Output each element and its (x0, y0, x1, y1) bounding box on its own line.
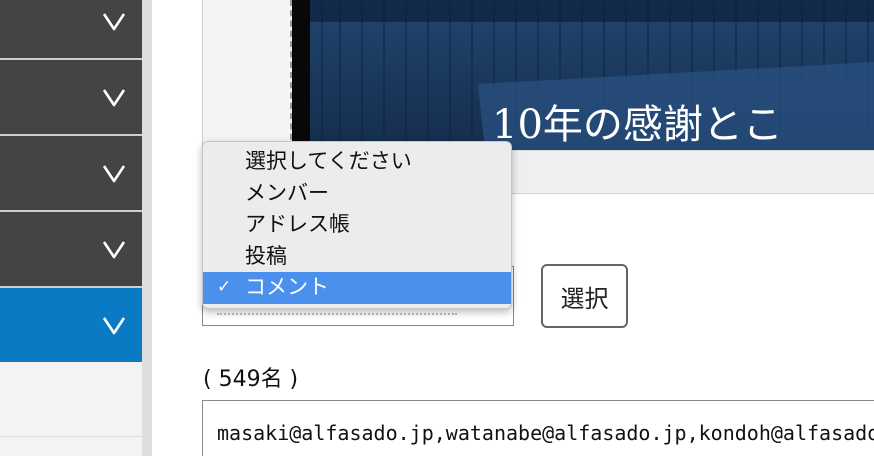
dropdown-option-members[interactable]: メンバー (203, 178, 511, 210)
chevron-down-icon (102, 241, 126, 259)
sidebar-empty-area (0, 362, 142, 456)
recipient-count: ( 549名 ) (203, 367, 299, 392)
select-button[interactable]: 選択 (541, 264, 628, 328)
preview-shadow-edge (292, 0, 310, 150)
recipient-dropdown-menu: 選択してください メンバー アドレス帳 投稿 ✓ コメント (202, 141, 512, 309)
sidebar-item-5-active[interactable] (0, 288, 142, 362)
sidebar (0, 0, 142, 456)
dropdown-option-posts[interactable]: 投稿 (203, 241, 511, 273)
dropdown-option-comments[interactable]: ✓ コメント (203, 272, 511, 304)
sidebar-item-4[interactable] (0, 212, 142, 286)
checkmark-icon: ✓ (217, 277, 232, 297)
dropdown-option-label: コメント (245, 275, 329, 299)
dropdown-option-address-book[interactable]: アドレス帳 (203, 209, 511, 241)
sidebar-border (142, 0, 152, 456)
sidebar-divider (0, 436, 142, 437)
select-focus-ring (217, 313, 457, 315)
sidebar-item-1[interactable] (0, 0, 142, 58)
chevron-down-icon (102, 13, 126, 31)
chevron-down-icon (102, 89, 126, 107)
app-root: 10年の感謝とこ 選択 選択してください メンバー アドレス帳 投稿 ✓ コメン… (0, 0, 874, 456)
sidebar-item-2[interactable] (0, 60, 142, 134)
dropdown-option-placeholder[interactable]: 選択してください (203, 146, 511, 178)
banner-image: 10年の感謝とこ (310, 0, 874, 150)
chevron-down-icon (102, 317, 126, 335)
banner-text: 10年の感謝とこ (492, 102, 783, 148)
chevron-down-icon (102, 165, 126, 183)
emails-textarea[interactable]: masaki@alfasado.jp,watanabe@alfasado.jp,… (202, 400, 874, 456)
sidebar-item-3[interactable] (0, 136, 142, 210)
